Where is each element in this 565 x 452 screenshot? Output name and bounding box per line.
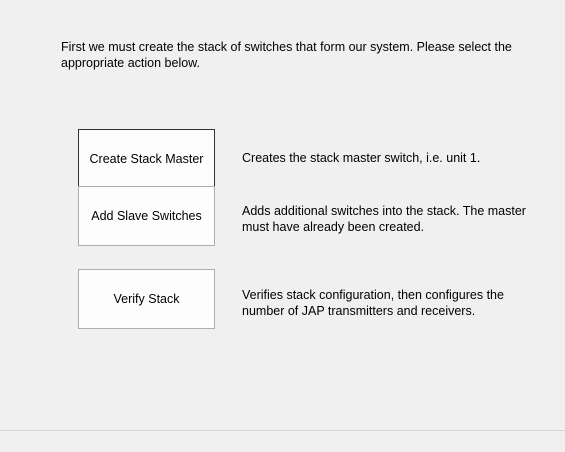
verify-stack-button[interactable]: Verify Stack	[78, 269, 215, 329]
intro-text: First we must create the stack of switch…	[61, 40, 512, 70]
create-stack-master-button[interactable]: Create Stack Master	[78, 129, 215, 189]
add-slave-switches-button[interactable]: Add Slave Switches	[78, 186, 215, 246]
verify-stack-description: Verifies stack configuration, then confi…	[242, 288, 504, 318]
add-slave-switches-description: Adds additional switches into the stack.…	[242, 204, 526, 234]
create-stack-master-description: Creates the stack master switch, i.e. un…	[242, 151, 481, 165]
footer-area	[0, 431, 565, 452]
